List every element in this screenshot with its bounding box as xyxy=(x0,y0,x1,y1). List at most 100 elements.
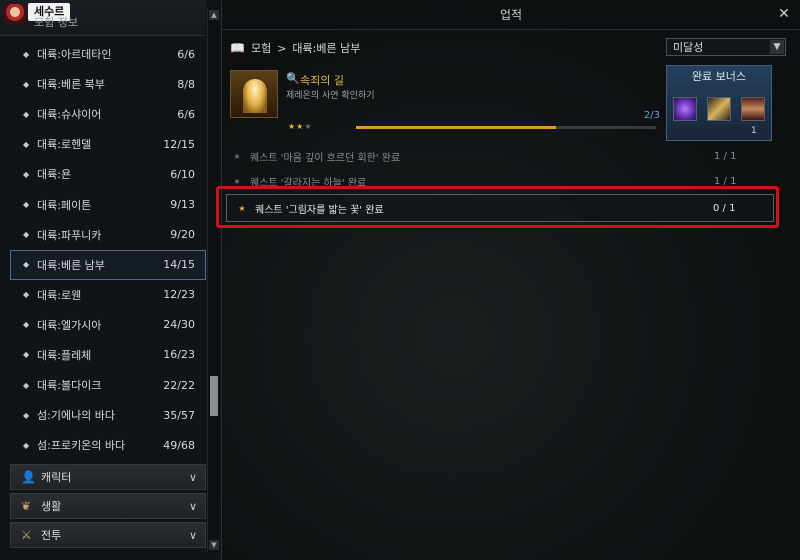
bullet-icon: ◆ xyxy=(23,79,30,89)
bullet-icon: ◆ xyxy=(23,440,30,450)
golden-horn-icon[interactable] xyxy=(707,97,731,121)
list-item-count: 24/30 xyxy=(163,318,195,332)
breadcrumb-separator: > xyxy=(277,41,287,55)
bullet-icon: ◆ xyxy=(23,49,30,59)
purple-gem-icon[interactable] xyxy=(673,97,697,121)
condition-text: 퀘스트 '갈라지는 하늘' 완료 xyxy=(250,177,367,189)
leaf-icon: ❦ xyxy=(21,499,32,513)
list-item[interactable]: ◆ 대륙:로웬 12/23 xyxy=(10,280,206,310)
star-icon: ★ xyxy=(238,203,246,213)
list-item-label: 대륙:욘 xyxy=(37,168,72,182)
condition-text: 퀘스트 '그림자를 밟는 꽃' 완료 xyxy=(255,204,384,216)
sidebar-scrollbar[interactable]: ▲ ▼ xyxy=(207,8,219,552)
category-character[interactable]: 👤 캐릭터 ∨ xyxy=(10,464,206,490)
scroll-up-icon[interactable]: ▲ xyxy=(209,10,219,20)
bullet-icon: ◆ xyxy=(23,139,30,149)
list-item-count: 12/15 xyxy=(163,137,195,151)
category-label: 생활 xyxy=(41,500,62,513)
chevron-down-icon[interactable]: ▼ xyxy=(770,40,784,54)
achievement-card[interactable]: 🔍 속죄의 길 제레온의 사연 확인하기 2/3 ★★★ xyxy=(222,64,660,138)
list-item-count: 16/23 xyxy=(163,348,195,362)
sword-icon: ⚔ xyxy=(21,528,32,542)
filter-dropdown[interactable]: 미달성 ▼ xyxy=(666,38,786,56)
bullet-icon: ◆ xyxy=(23,230,30,240)
sidebar-header: 세수르 모험 정보 xyxy=(0,0,206,36)
list-item[interactable]: ◆ 대륙:로헨델 12/15 xyxy=(10,129,206,159)
list-item[interactable]: ◆ 대륙:볼다이크 22/22 xyxy=(10,370,206,400)
list-item[interactable]: ◆ 대륙:파푸니카 9/20 xyxy=(10,220,206,250)
list-item-selected[interactable]: ◆ 대륙:베른 남부 14/15 xyxy=(10,249,206,280)
star-icon: ★ xyxy=(304,122,313,131)
breadcrumb-root[interactable]: 모험 xyxy=(251,40,271,56)
list-item-label: 대륙:볼다이크 xyxy=(37,379,102,393)
breadcrumb: 📖 모험 > 대륙:베른 남부 xyxy=(230,40,360,56)
list-item[interactable]: ◆ 대륙:욘 6/10 xyxy=(10,159,206,189)
section-title: 모험 정보 xyxy=(34,16,78,29)
list-item[interactable]: ◆ 섬:프로키온의 바다 49/68 xyxy=(10,430,206,460)
bullet-icon: ◆ xyxy=(23,320,30,330)
list-item-label: 대륙:페이튼 xyxy=(37,198,92,212)
bullet-icon: ◆ xyxy=(23,200,30,210)
list-item-count: 9/13 xyxy=(170,198,195,212)
chevron-down-icon: ∨ xyxy=(188,499,197,513)
bullet-icon: ◆ xyxy=(23,410,30,420)
achievement-stars: ★★★ xyxy=(288,122,313,131)
chevron-down-icon: ∨ xyxy=(188,528,197,542)
list-item-count: 35/57 xyxy=(163,408,195,422)
condition-progress: 1 / 1 xyxy=(714,150,737,162)
condition-row: ★ 퀘스트 '갈라지는 하늘' 완료 1 / 1 xyxy=(222,170,774,192)
list-item[interactable]: ◆ 대륙:플레체 16/23 xyxy=(10,340,206,370)
list-item-label: 대륙:베른 남부 xyxy=(37,258,105,272)
list-item-count: 12/23 xyxy=(163,288,195,302)
category-life[interactable]: ❦ 생활 ∨ xyxy=(10,493,206,519)
list-item-count: 6/6 xyxy=(177,107,195,121)
star-icon: ★ xyxy=(233,176,241,186)
category-combat[interactable]: ⚔ 전투 ∨ xyxy=(10,522,206,548)
achievement-image xyxy=(230,70,278,118)
list-item-label: 대륙:베른 북부 xyxy=(37,78,105,92)
avatar xyxy=(4,4,26,24)
list-item-label: 대륙:로웬 xyxy=(37,288,82,302)
bullet-icon: ◆ xyxy=(23,169,30,179)
category-label: 전투 xyxy=(41,529,62,542)
bonus-title: 완료 보너스 xyxy=(691,70,747,83)
list-item[interactable]: ◆ 섬:기에나의 바다 35/57 xyxy=(10,400,206,430)
list-item[interactable]: ◆ 대륙:슈샤이어 6/6 xyxy=(10,99,206,129)
chevron-down-icon: ∨ xyxy=(188,470,197,484)
achievement-progress-text: 2/3 xyxy=(643,110,660,121)
list-item[interactable]: ◆ 대륙:페이튼 9/13 xyxy=(10,189,206,219)
list-item-count: 9/20 xyxy=(170,228,195,242)
list-item-count: 14/15 xyxy=(163,258,195,272)
reward-count: 1 xyxy=(751,126,757,136)
list-item-label: 대륙:플레체 xyxy=(37,348,92,362)
region-list: ◆ 대륙:아르데타인 6/6 ◆ 대륙:베른 북부 8/8 ◆ 대륙:슈샤이어 6/6 ◆ 대… xyxy=(10,39,206,460)
condition-row-active: ★ 퀘스트 '그림자를 밟는 꽃' 완료 0 / 1 xyxy=(226,194,774,222)
list-item-count: 8/8 xyxy=(177,77,195,91)
list-item-count: 22/22 xyxy=(163,378,195,392)
achievement-description: 제레온의 사연 확인하기 xyxy=(286,91,375,101)
list-item[interactable]: ◆ 대륙:엘가시아 24/30 xyxy=(10,310,206,340)
adventure-sidebar: 세수르 모험 정보 ◆ 대륙:아르데타인 6/6 ◆ 대륙:베른 북부 8/8 ◆ 대륙:… xyxy=(0,0,222,560)
scroll-down-icon[interactable]: ▼ xyxy=(209,540,219,550)
search-icon: 🔍 xyxy=(286,72,300,85)
list-item-label: 대륙:아르데타인 xyxy=(37,48,112,62)
list-item-label: 대륙:파푸니카 xyxy=(37,228,102,242)
list-item-count: 49/68 xyxy=(163,438,195,452)
window-title: 업적 xyxy=(222,0,800,30)
bullet-icon: ◆ xyxy=(23,350,30,360)
bullet-icon: ◆ xyxy=(23,260,30,270)
book-icon: 📖 xyxy=(230,41,245,55)
list-item[interactable]: ◆ 대륙:베른 북부 8/8 xyxy=(10,69,206,99)
star-icon: ★ xyxy=(233,151,241,161)
list-item-label: 대륙:엘가시아 xyxy=(37,318,102,332)
completion-bonus: 완료 보너스 1 xyxy=(666,65,772,141)
condition-row: ★ 퀘스트 '마음 깊이 흐르던 회한' 완료 1 / 1 xyxy=(222,145,774,167)
progress-bar-fill xyxy=(356,126,556,129)
close-icon[interactable]: ✕ xyxy=(776,6,792,22)
scrollbar-thumb[interactable] xyxy=(210,376,218,416)
list-item-count: 6/6 xyxy=(177,47,195,61)
bullet-icon: ◆ xyxy=(23,380,30,390)
list-item-label: 대륙:로헨델 xyxy=(37,138,92,152)
list-item[interactable]: ◆ 대륙:아르데타인 6/6 xyxy=(10,39,206,69)
card-icon[interactable] xyxy=(741,97,765,121)
